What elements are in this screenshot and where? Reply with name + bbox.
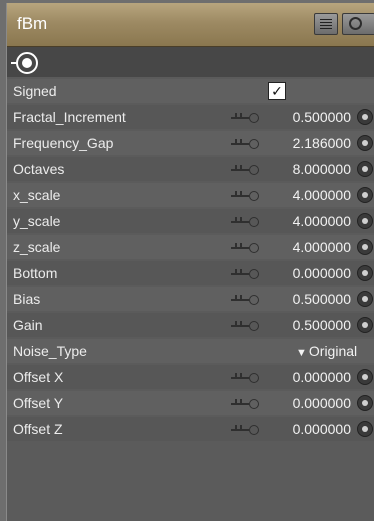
node-title: fBm [17,14,48,33]
parameter-label: Bottom [13,265,58,281]
parameter-value-field[interactable]: 0.000000 [293,395,351,411]
parameter-row: z_scale 4.000000 [7,235,374,259]
parameter-row: Offset Z 0.000000 [7,417,374,441]
parameter-value-field[interactable]: 4.000000 [293,187,351,203]
parameter-value-field[interactable]: 0.000000 [293,369,351,385]
parameter-value-field[interactable]: 4.000000 [293,239,351,255]
parameter-value-field[interactable]: 0.500000 [293,291,351,307]
node-title-bar[interactable]: fBm [7,3,374,47]
parameter-label: y_scale [13,213,61,229]
slider-dial-icon[interactable] [231,191,259,201]
parameter-connector-icon[interactable] [357,135,373,151]
dropdown-arrow-icon: ▼ [296,347,307,359]
parameter-connector-icon[interactable] [357,395,373,411]
parameter-label: Offset X [13,369,64,385]
parameter-row: x_scale 4.000000 [7,183,374,207]
parameter-value-field[interactable]: 0.500000 [293,317,351,333]
parameter-row: Offset X 0.000000 [7,365,374,389]
parameter-connector-icon[interactable] [357,265,373,281]
parameter-value-field[interactable]: 0.500000 [293,109,351,125]
parameter-row: Frequency_Gap 2.186000 [7,131,374,155]
input-plug-icon[interactable] [11,52,38,74]
parameter-connector-icon[interactable] [357,239,373,255]
parameter-row: Octaves 8.000000 [7,157,374,181]
parameter-value-field[interactable]: 4.000000 [293,213,351,229]
parameter-value-field[interactable]: 0.000000 [293,421,351,437]
parameter-row: Bottom 0.000000 [7,261,374,285]
slider-dial-icon[interactable] [231,165,259,175]
parameter-label: Frequency_Gap [13,135,114,151]
parameter-connector-icon[interactable] [357,161,373,177]
parameter-label: Offset Z [13,421,63,437]
parameter-connector-icon[interactable] [357,187,373,203]
parameter-value-field[interactable]: 0.000000 [293,265,351,281]
parameter-row: Bias 0.500000 [7,287,374,311]
dropdown-value: Original [308,343,358,359]
slider-dial-icon[interactable] [231,321,259,331]
parameter-connector-icon[interactable] [357,291,373,307]
collapse-icon [349,17,362,30]
list-icon [320,19,332,31]
collapse-button[interactable] [342,13,374,35]
parameter-list: Signed ✓ Fractal_Increment 0.500000 Frequenc… [7,79,374,443]
list-button[interactable] [314,13,338,35]
slider-dial-icon[interactable] [231,373,259,383]
parameter-label: Noise_Type [13,343,87,359]
slider-dial-icon[interactable] [231,113,259,123]
slider-dial-icon[interactable] [231,295,259,305]
parameter-connector-icon[interactable] [357,213,373,229]
parameter-label: Gain [13,317,43,333]
parameter-label: Offset Y [13,395,64,411]
parameter-connector-icon[interactable] [357,317,373,333]
slider-dial-icon[interactable] [231,243,259,253]
slider-dial-icon[interactable] [231,269,259,279]
signed-checkbox[interactable]: ✓ [268,82,286,100]
parameter-row: Offset Y 0.000000 [7,391,374,415]
node-input-bar [7,47,374,77]
parameter-label: Signed [13,83,57,99]
parameter-connector-icon[interactable] [357,421,373,437]
parameter-row: Noise_Type ▼ Original [7,339,374,363]
parameter-label: Octaves [13,161,65,177]
parameter-label: Fractal_Increment [13,109,126,125]
parameter-label: z_scale [13,239,61,255]
slider-dial-icon[interactable] [231,425,259,435]
node-panel: fBm Signed ✓ Fractal_Increment 0.500000 Freq… [6,3,374,521]
parameter-connector-icon[interactable] [357,369,373,385]
parameter-value-field[interactable]: 8.000000 [293,161,351,177]
parameter-connector-icon[interactable] [357,109,373,125]
slider-dial-icon[interactable] [231,399,259,409]
slider-dial-icon[interactable] [231,139,259,149]
parameter-value-field[interactable]: 2.186000 [293,135,351,151]
parameter-label: x_scale [13,187,61,203]
parameter-row: Fractal_Increment 0.500000 [7,105,374,129]
parameter-row: y_scale 4.000000 [7,209,374,233]
parameter-row: Gain 0.500000 [7,313,374,337]
noise-type-dropdown[interactable]: ▼ Original [296,343,357,359]
slider-dial-icon[interactable] [231,217,259,227]
parameter-row: Signed ✓ [7,79,374,103]
parameter-label: Bias [13,291,41,307]
